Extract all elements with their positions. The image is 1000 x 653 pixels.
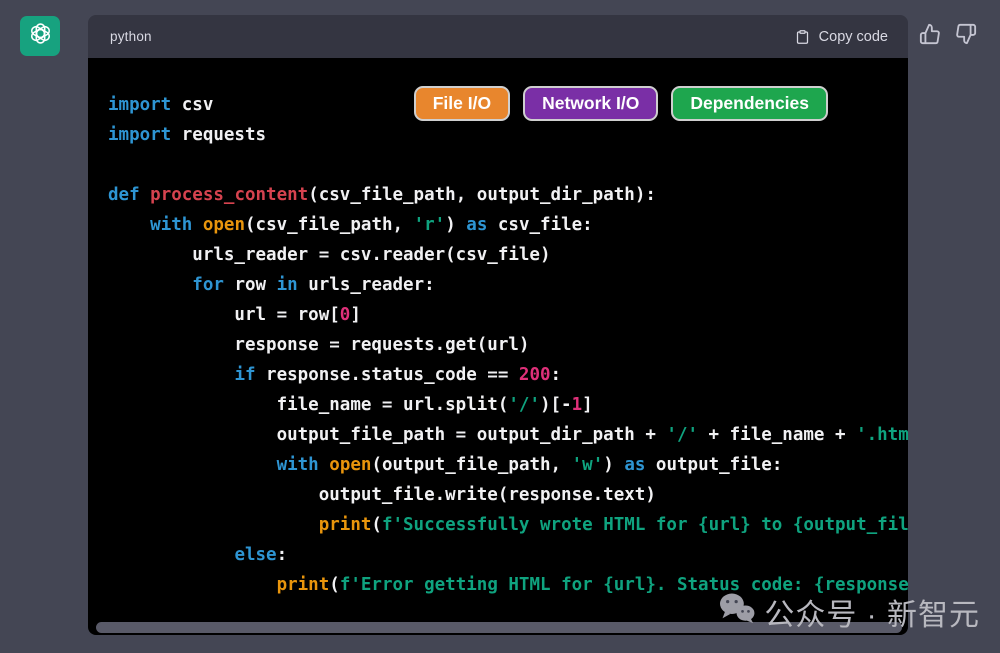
code-block: python Copy code import csvimport reques… bbox=[88, 15, 908, 635]
thumbs-up-button[interactable] bbox=[919, 23, 941, 48]
code-line: output_file_path = output_dir_path + '/'… bbox=[108, 420, 908, 450]
thumbs-up-icon bbox=[919, 33, 941, 48]
thumbs-down-icon bbox=[955, 33, 977, 48]
watermark-text: 公众号 · 新智元 bbox=[764, 590, 980, 634]
chatgpt-avatar bbox=[20, 16, 60, 56]
clipboard-icon bbox=[795, 29, 810, 45]
badge-row: File I/O Network I/O Dependencies bbox=[414, 86, 828, 121]
feedback-bar bbox=[919, 23, 977, 48]
thumbs-down-button[interactable] bbox=[955, 23, 977, 48]
wechat-icon bbox=[718, 591, 756, 633]
code-line: print(f'Successfully wrote HTML for {url… bbox=[108, 510, 908, 540]
code-line: url = row[0] bbox=[108, 300, 908, 330]
code-line: import requests bbox=[108, 120, 908, 150]
badge-file-i-o: File I/O bbox=[414, 86, 510, 121]
code-line: response = requests.get(url) bbox=[108, 330, 908, 360]
code-line: else: bbox=[108, 540, 908, 570]
code-line: urls_reader = csv.reader(csv_file) bbox=[108, 240, 908, 270]
code-line: def process_content(csv_file_path, outpu… bbox=[108, 180, 908, 210]
language-label: python bbox=[110, 29, 152, 44]
code-line bbox=[108, 150, 908, 180]
copy-code-button[interactable]: Copy code bbox=[795, 29, 888, 45]
code-line: if response.status_code == 200: bbox=[108, 360, 908, 390]
code-line: for row in urls_reader: bbox=[108, 270, 908, 300]
code-line: with open(csv_file_path, 'r') as csv_fil… bbox=[108, 210, 908, 240]
copy-code-label: Copy code bbox=[819, 29, 888, 45]
badge-network-i-o: Network I/O bbox=[523, 86, 658, 121]
code-line: output_file.write(response.text) bbox=[108, 480, 908, 510]
code-content: import csvimport requests def process_co… bbox=[88, 58, 908, 600]
badge-dependencies: Dependencies bbox=[671, 86, 828, 121]
watermark: 公众号 · 新智元 bbox=[718, 590, 980, 634]
code-header: python Copy code bbox=[88, 15, 908, 58]
openai-logo-icon bbox=[27, 20, 54, 52]
code-line: with open(output_file_path, 'w') as outp… bbox=[108, 450, 908, 480]
code-line: file_name = url.split('/')[-1] bbox=[108, 390, 908, 420]
code-area: import csvimport requests def process_co… bbox=[88, 58, 908, 635]
